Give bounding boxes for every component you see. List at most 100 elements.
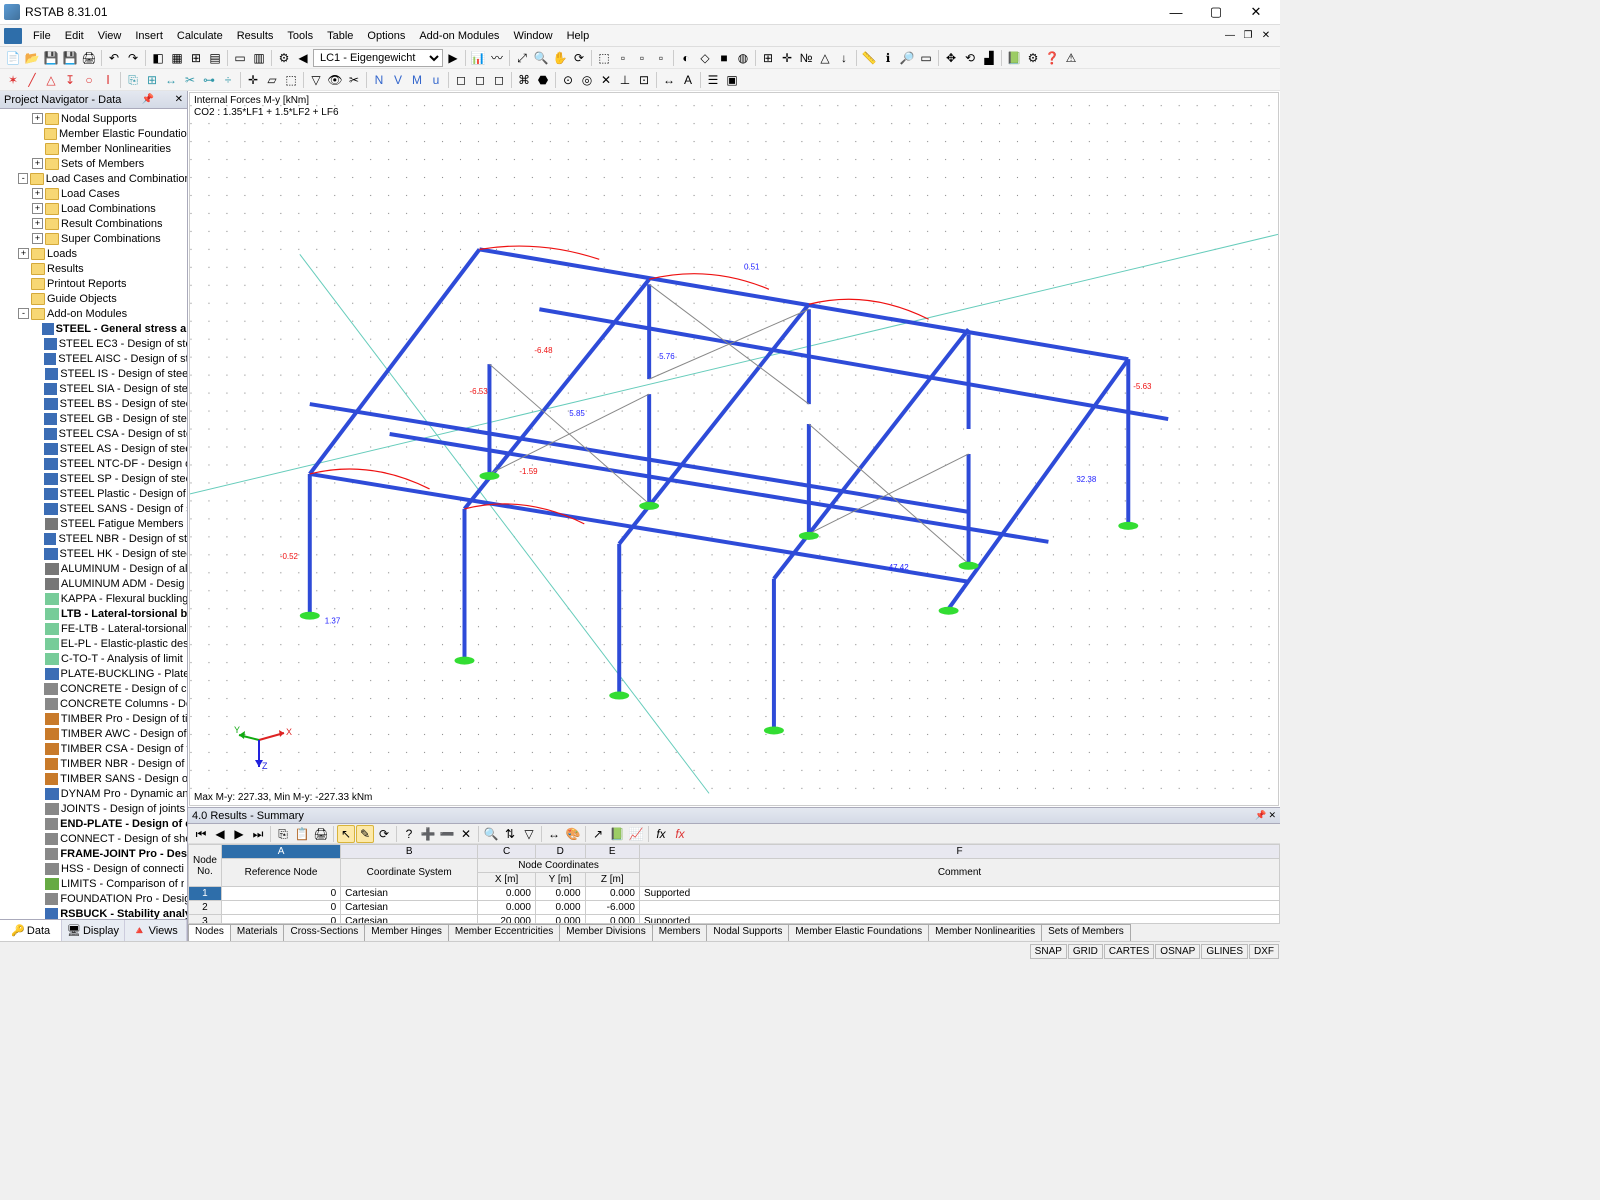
menu-calculate[interactable]: Calculate (170, 28, 230, 44)
undo-icon[interactable]: ↶ (105, 49, 123, 67)
menu-view[interactable]: View (91, 28, 129, 44)
tree-item[interactable]: -Load Cases and Combinations (0, 171, 187, 186)
delete-row-icon[interactable]: ➖ (438, 825, 456, 843)
mdi-minimize[interactable]: — (1222, 29, 1238, 43)
settings-icon[interactable]: ⚙ (1024, 49, 1042, 67)
toggle-2-icon[interactable]: ◻ (471, 71, 489, 89)
mirror-icon[interactable]: ▟ (980, 49, 998, 67)
tree-item[interactable]: CONNECT - Design of she (0, 831, 187, 846)
results-v-icon[interactable]: V (389, 71, 407, 89)
viewport-3d[interactable]: Internal Forces M-y [kNm] CO2 : 1.35*LF1… (189, 92, 1279, 806)
redo-icon[interactable]: ↷ (124, 49, 142, 67)
results-n-icon[interactable]: N (370, 71, 388, 89)
tree-item[interactable]: Results (0, 261, 187, 276)
snap-perp-icon[interactable]: ⊥ (616, 71, 634, 89)
help-icon[interactable]: ❓ (1043, 49, 1061, 67)
calc-prev-icon[interactable]: ◀ (294, 49, 312, 67)
res-export-icon[interactable]: ↗ (589, 825, 607, 843)
warn-icon[interactable]: ⚠ (1062, 49, 1080, 67)
res-paste-icon[interactable]: 📋 (293, 825, 311, 843)
res-chart-icon[interactable]: 📈 (627, 825, 645, 843)
tree-item[interactable]: DYNAM Pro - Dynamic an (0, 786, 187, 801)
res-filter-icon[interactable]: ▽ (520, 825, 538, 843)
table-row[interactable]: 10Cartesian0.0000.0000.000Supported (189, 887, 1280, 901)
report-icon[interactable]: ▤ (206, 49, 224, 67)
tree-item[interactable]: Printout Reports (0, 276, 187, 291)
edit-icon[interactable]: ✎ (356, 825, 374, 843)
grid-icon[interactable]: ⊞ (759, 49, 777, 67)
layer-icon[interactable]: ☰ (704, 71, 722, 89)
menu-tools[interactable]: Tools (280, 28, 320, 44)
snap-int-icon[interactable]: ✕ (597, 71, 615, 89)
tree-item[interactable]: +Loads (0, 246, 187, 261)
tree-item[interactable]: STEEL IS - Design of steel (0, 366, 187, 381)
tree-item[interactable]: Guide Objects (0, 291, 187, 306)
filter-icon[interactable]: ▽ (307, 71, 325, 89)
navigator-tree[interactable]: +Nodal SupportsMember Elastic Foundation… (0, 109, 187, 919)
tree-item[interactable]: STEEL NBR - Design of steel (0, 531, 187, 546)
open-file-icon[interactable]: 📂 (23, 49, 41, 67)
res-fxclear-icon[interactable]: fx (671, 825, 689, 843)
tree-item[interactable]: +Load Combinations (0, 201, 187, 216)
new-file-icon[interactable]: 📄 (4, 49, 22, 67)
tree-item[interactable]: +Result Combinations (0, 216, 187, 231)
move-icon[interactable]: ✥ (942, 49, 960, 67)
res-prev-icon[interactable]: ◀ (211, 825, 229, 843)
trim-icon[interactable]: ✂ (181, 71, 199, 89)
find-icon[interactable]: 🔎 (898, 49, 916, 67)
tree-item[interactable]: STEEL BS - Design of steel (0, 396, 187, 411)
toggle-3-icon[interactable]: ◻ (490, 71, 508, 89)
res-last-icon[interactable]: ⏭ (249, 825, 267, 843)
tree-item[interactable]: STEEL EC3 - Design of steel (0, 336, 187, 351)
results-tab-member-elastic-foundations[interactable]: Member Elastic Foundations (788, 924, 929, 941)
view-z-icon[interactable]: ▫ (652, 49, 670, 67)
table-row[interactable]: 20Cartesian0.0000.000-6.000 (189, 901, 1280, 915)
tree-item[interactable]: FOUNDATION Pro - Desig (0, 891, 187, 906)
tables-icon[interactable]: ▦ (168, 49, 186, 67)
tree-item[interactable]: TIMBER AWC - Design of (0, 726, 187, 741)
render-icon[interactable]: ◐ (677, 49, 695, 67)
menu-window[interactable]: Window (506, 28, 559, 44)
connect-icon[interactable]: ⊶ (200, 71, 218, 89)
snap-grid-icon[interactable]: ⊡ (635, 71, 653, 89)
tree-item[interactable]: JOINTS - Design of joints (0, 801, 187, 816)
section-icon[interactable]: Ⅰ (99, 71, 117, 89)
mdi-system-icon[interactable] (4, 28, 22, 44)
res-help-icon[interactable]: ? (400, 825, 418, 843)
tree-item[interactable]: -Add-on Modules (0, 306, 187, 321)
tree-item[interactable]: STEEL - General stress analysis (0, 321, 187, 336)
zoom-window-icon[interactable]: 🔍 (532, 49, 550, 67)
sort-icon[interactable]: ⇅ (501, 825, 519, 843)
info-icon[interactable]: ℹ (879, 49, 897, 67)
text-icon[interactable]: A (679, 71, 697, 89)
menu-edit[interactable]: Edit (58, 28, 91, 44)
select-icon[interactable]: ▭ (917, 49, 935, 67)
visibility-icon[interactable]: 👁 (326, 71, 344, 89)
results-tab-member-nonlinearities[interactable]: Member Nonlinearities (928, 924, 1042, 941)
refresh-icon[interactable]: ⟳ (375, 825, 393, 843)
measure-icon[interactable]: 📏 (860, 49, 878, 67)
results-m-icon[interactable]: M (408, 71, 426, 89)
tree-item[interactable]: C-TO-T - Analysis of limit (0, 651, 187, 666)
save-all-icon[interactable]: 💾 (61, 49, 79, 67)
colors-icon[interactable]: 🎨 (564, 825, 582, 843)
menu-add-on-modules[interactable]: Add-on Modules (412, 28, 506, 44)
status-osnap[interactable]: OSNAP (1155, 944, 1200, 959)
wireframe-icon[interactable]: ◇ (696, 49, 714, 67)
tree-item[interactable]: STEEL AS - Design of steel (0, 441, 187, 456)
tile-icon[interactable]: ▥ (250, 49, 268, 67)
rotate-obj-icon[interactable]: ⟲ (961, 49, 979, 67)
hinge-icon[interactable]: ○ (80, 71, 98, 89)
status-dxf[interactable]: DXF (1249, 944, 1279, 959)
results-tab-members[interactable]: Members (652, 924, 708, 941)
status-grid[interactable]: GRID (1068, 944, 1103, 959)
print-icon[interactable]: 🖨 (80, 49, 98, 67)
cursor-icon[interactable]: ↖ (337, 825, 355, 843)
menu-help[interactable]: Help (560, 28, 597, 44)
insert-row-icon[interactable]: ➕ (419, 825, 437, 843)
view-x-icon[interactable]: ▫ (614, 49, 632, 67)
status-glines[interactable]: GLINES (1201, 944, 1248, 959)
results-u-icon[interactable]: u (427, 71, 445, 89)
solid-icon[interactable]: ■ (715, 49, 733, 67)
res-print-icon[interactable]: 🖨 (312, 825, 330, 843)
